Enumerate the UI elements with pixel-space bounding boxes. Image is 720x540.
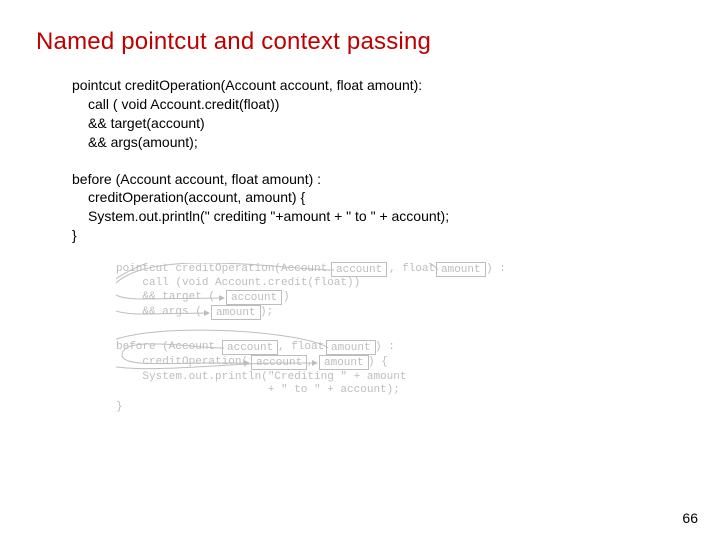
dg-pointcut-left: pointcut creditOperation(Account — [116, 263, 327, 276]
dg-box-account-top: account — [331, 262, 387, 277]
dg-box-account-credop: account — [251, 355, 307, 370]
context-passing-diagram: pointcut creditOperation(Account account… — [116, 263, 616, 413]
dg-credop-left: creditOperation( — [116, 356, 248, 369]
dg-pointcut-mid: , float — [389, 263, 435, 276]
advice-code-block: before (Account account, float amount) :… — [72, 170, 684, 246]
dg-box-amount-args: amount — [211, 305, 261, 320]
advice-print: System.out.println(" crediting "+amount … — [72, 207, 684, 226]
dg-box-amount-before: amount — [326, 340, 376, 355]
dg-credop-right: ) { — [368, 356, 388, 369]
dg-before-right: ) : — [375, 341, 395, 354]
advice-before: before (Account account, float amount) : — [72, 170, 684, 189]
pointcut-target: && target(account) — [72, 114, 684, 133]
page-number: 66 — [682, 510, 698, 526]
dg-target-left: && target ( — [116, 291, 215, 304]
dg-box-amount-top: amount — [436, 262, 486, 277]
dg-call: call (void Account.credit(float)) — [116, 277, 360, 290]
dg-before-left: before (Account — [116, 341, 215, 354]
dg-println-1: System.out.println("Crediting " + amount — [116, 371, 406, 384]
dg-target-right: ) — [283, 291, 290, 304]
dg-brace: } — [116, 401, 123, 414]
pointcut-call: call ( void Account.credit(float)) — [72, 95, 684, 114]
dg-args-left: && args ( — [116, 306, 202, 319]
dg-box-account-before: account — [222, 340, 278, 355]
dg-args-right: ); — [260, 306, 273, 319]
dg-credop-mid: , — [307, 356, 314, 369]
dg-box-account-target: account — [226, 290, 282, 305]
dg-box-amount-credop: amount — [319, 355, 369, 370]
pointcut-decl: pointcut creditOperation(Account account… — [72, 76, 684, 95]
dg-before-mid: , float — [278, 341, 324, 354]
page-title: Named pointcut and context passing — [36, 28, 684, 56]
dg-pointcut-right: ) : — [486, 263, 506, 276]
pointcut-code-block: pointcut creditOperation(Account account… — [72, 76, 684, 152]
dg-println-2: + " to " + account); — [116, 384, 400, 397]
pointcut-args: && args(amount); — [72, 133, 684, 152]
advice-credop: creditOperation(account, amount) { — [72, 188, 684, 207]
advice-brace: } — [72, 226, 684, 245]
